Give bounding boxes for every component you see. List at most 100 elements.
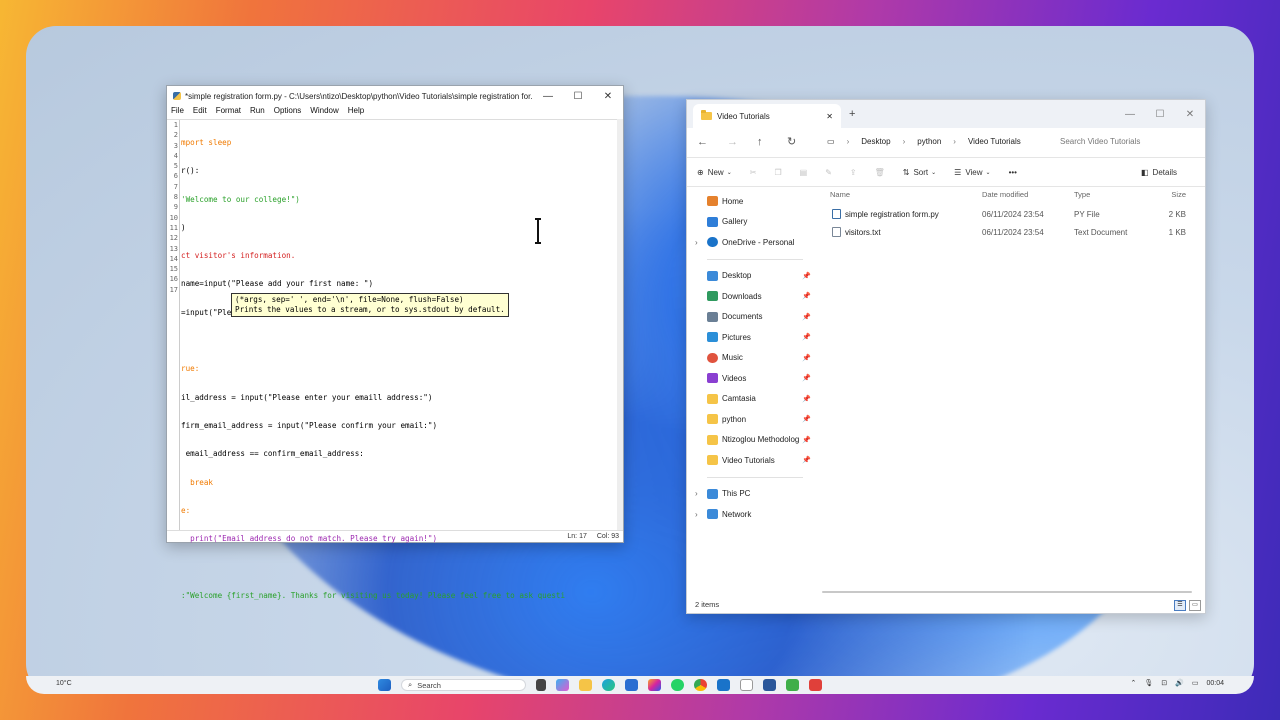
column-date-modified[interactable]: Date modified — [982, 190, 1074, 199]
horizontal-scrollbar[interactable] — [822, 591, 1192, 593]
close-button[interactable]: ✕ — [593, 91, 623, 102]
file-explorer-window[interactable]: Video Tutorials ✕ + — ☐ ✕ ← → ↑ ↻ ▭ › De… — [686, 99, 1206, 614]
camtasia-icon[interactable] — [786, 679, 799, 691]
pin-icon[interactable]: 📌 — [802, 333, 811, 341]
back-icon[interactable]: ← — [697, 136, 727, 148]
copilot-icon[interactable] — [556, 679, 569, 691]
calendar-icon[interactable] — [717, 679, 730, 691]
chevron-right-icon[interactable]: › — [695, 238, 698, 247]
nav-item-desktop[interactable]: Desktop 📌 — [687, 266, 811, 287]
minimize-button[interactable]: — — [533, 91, 563, 102]
pin-icon[interactable]: 📌 — [802, 374, 811, 382]
menu-options[interactable]: Options — [274, 106, 302, 118]
pin-icon[interactable]: 📌 — [802, 436, 811, 444]
nav-item-ntizoglou[interactable]: Ntizoglou Methodolog 📌 — [687, 430, 811, 451]
file-explorer-icon[interactable] — [579, 679, 592, 691]
nav-item-documents[interactable]: Documents 📌 — [687, 307, 811, 328]
instagram-icon[interactable] — [648, 679, 661, 691]
nav-item-home[interactable]: Home — [687, 191, 811, 212]
word-icon[interactable] — [763, 679, 776, 691]
breadcrumb-desktop[interactable]: Desktop — [861, 137, 890, 146]
nav-item-camtasia[interactable]: Camtasia 📌 — [687, 389, 811, 410]
breadcrumb-video-tutorials[interactable]: Video Tutorials — [968, 137, 1021, 146]
maximize-button[interactable]: ☐ — [1145, 109, 1175, 120]
search-input[interactable]: Search Video Tutorials — [1060, 137, 1195, 146]
battery-icon[interactable]: ▭ — [1192, 679, 1199, 687]
minimize-button[interactable]: — — [1115, 109, 1145, 120]
nav-item-this-pc[interactable]: › This PC — [687, 484, 811, 505]
copy-icon[interactable]: ❐ — [774, 168, 781, 177]
details-button[interactable]: ◧ Details — [1141, 168, 1177, 177]
chevron-up-icon[interactable]: ⌃ — [1130, 679, 1136, 687]
more-options-button[interactable]: ••• — [1009, 168, 1017, 177]
thumbnail-view-icon[interactable]: ▭ — [1189, 600, 1201, 611]
pin-icon[interactable]: 📌 — [802, 354, 811, 362]
up-icon[interactable]: ↑ — [757, 136, 787, 148]
store-icon[interactable] — [625, 679, 638, 691]
close-button[interactable]: ✕ — [1175, 109, 1205, 120]
pin-icon[interactable]: 📌 — [802, 292, 811, 300]
nav-item-video-tutorials[interactable]: Video Tutorials 📌 — [687, 450, 811, 471]
recorder-icon[interactable] — [809, 679, 822, 691]
idle-title-bar[interactable]: *simple registration form.py - C:\Users\… — [167, 86, 623, 106]
delete-icon[interactable]: 🗑 — [875, 168, 885, 177]
weather-widget[interactable]: 10°C — [56, 680, 72, 687]
column-type[interactable]: Type — [1074, 190, 1150, 199]
notepad-icon[interactable] — [740, 679, 753, 691]
task-view-icon[interactable] — [536, 679, 546, 691]
breadcrumb-python[interactable]: python — [917, 137, 941, 146]
nav-item-videos[interactable]: Videos 📌 — [687, 368, 811, 389]
menu-help[interactable]: Help — [348, 106, 364, 118]
menu-edit[interactable]: Edit — [193, 106, 207, 118]
windows-start-icon[interactable] — [378, 679, 391, 691]
nav-item-music[interactable]: Music 📌 — [687, 348, 811, 369]
share-icon[interactable]: ⇪ — [850, 168, 857, 177]
volume-icon[interactable]: 🔊 — [1175, 679, 1184, 687]
nav-item-downloads[interactable]: Downloads 📌 — [687, 286, 811, 307]
network-tray-icon[interactable]: ⊡ — [1161, 679, 1167, 687]
new-button[interactable]: ⊕ New ⌄ — [697, 168, 732, 177]
nav-item-onedrive[interactable]: › OneDrive - Personal — [687, 232, 811, 253]
edge-icon[interactable] — [602, 679, 615, 691]
nav-item-network[interactable]: › Network — [687, 504, 811, 525]
cut-icon[interactable]: ✂ — [750, 168, 757, 177]
chrome-icon[interactable] — [694, 679, 707, 691]
pin-icon[interactable]: 📌 — [802, 272, 811, 280]
nav-item-gallery[interactable]: Gallery — [687, 212, 811, 233]
sort-button[interactable]: ⇅ Sort ⌄ — [903, 168, 936, 177]
chevron-right-icon[interactable]: › — [695, 510, 698, 519]
file-row[interactable]: visitors.txt 06/11/2024 23:54 Text Docum… — [824, 223, 1205, 241]
menu-run[interactable]: Run — [250, 106, 265, 118]
new-tab-button[interactable]: + — [849, 108, 855, 120]
menu-format[interactable]: Format — [216, 106, 241, 118]
forward-icon[interactable]: → — [727, 136, 757, 148]
vertical-scrollbar[interactable] — [617, 119, 623, 531]
pin-icon[interactable]: 📌 — [802, 415, 811, 423]
clock[interactable]: 00:04 — [1206, 680, 1224, 687]
code-editor[interactable]: 1 2 3 4 5 6 7 8 9 10 11 12 13 14 15 16 1… — [167, 119, 619, 600]
refresh-icon[interactable]: ↻ — [787, 135, 817, 148]
paste-icon[interactable]: ▤ — [800, 168, 808, 177]
details-view-icon[interactable]: ☰ — [1174, 600, 1186, 611]
nav-item-pictures[interactable]: Pictures 📌 — [687, 327, 811, 348]
tab-close-icon[interactable]: ✕ — [826, 112, 833, 121]
column-size[interactable]: Size — [1150, 190, 1186, 199]
tab-video-tutorials[interactable]: Video Tutorials ✕ — [693, 104, 841, 128]
view-button[interactable]: ☰ View ⌄ — [954, 168, 990, 177]
chevron-right-icon[interactable]: › — [695, 489, 698, 498]
menu-file[interactable]: File — [171, 106, 184, 118]
rename-icon[interactable]: ✎ — [825, 168, 832, 177]
file-row[interactable]: simple registration form.py 06/11/2024 2… — [824, 205, 1205, 223]
pin-icon[interactable]: 📌 — [802, 313, 811, 321]
pin-icon[interactable]: 📌 — [802, 395, 811, 403]
pin-icon[interactable]: 📌 — [802, 456, 811, 464]
taskbar-search[interactable]: ⌕ Search — [401, 679, 526, 691]
microphone-icon[interactable]: 🎙 — [1144, 679, 1153, 687]
maximize-button[interactable]: ☐ — [563, 91, 593, 102]
code-text[interactable]: mport sleep r(): 'Welcome to our college… — [181, 120, 611, 619]
menu-window[interactable]: Window — [310, 106, 338, 118]
whatsapp-icon[interactable] — [671, 679, 684, 691]
column-name[interactable]: Name — [824, 190, 982, 199]
breadcrumb[interactable]: ▭ › Desktop › python › Video Tutorials — [827, 137, 1060, 146]
nav-item-python[interactable]: python 📌 — [687, 409, 811, 430]
